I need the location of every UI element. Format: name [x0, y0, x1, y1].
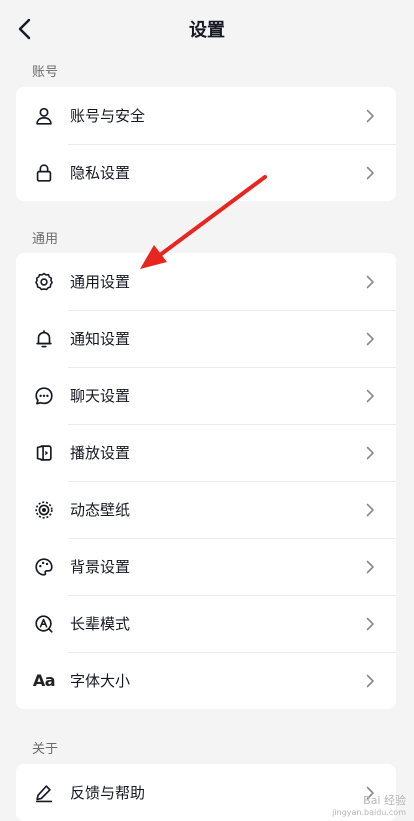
chevron-right-icon	[360, 614, 380, 634]
live-wallpaper-icon	[32, 498, 56, 522]
play-screen-icon	[32, 441, 56, 465]
chat-bubble-icon	[32, 384, 56, 408]
settings-item-label: 反馈与帮助	[70, 784, 146, 802]
chevron-right-icon	[360, 443, 380, 463]
font-size-icon: Aa	[32, 671, 56, 690]
settings-item-label: 播放设置	[70, 444, 131, 462]
general-card: 通用设置 通知设置 聊天设置 播放设置 动态壁纸 背景设置 长辈模式 Aa 字体…	[16, 253, 396, 709]
watermark-url: jingyan.baidu.com	[332, 808, 406, 817]
gear-icon	[32, 270, 56, 294]
chevron-right-icon	[360, 329, 380, 349]
watermark-logo-text: Bai 经验	[363, 794, 406, 807]
settings-item-background[interactable]: 背景设置	[16, 538, 396, 595]
palette-icon	[32, 555, 56, 579]
section-label-general: 通用	[32, 232, 59, 247]
settings-item-label: 通知设置	[70, 330, 131, 348]
settings-item-label: 背景设置	[70, 558, 131, 576]
header: 设置	[0, 0, 414, 58]
chevron-right-icon	[360, 386, 380, 406]
settings-item-live-wallpaper[interactable]: 动态壁纸	[16, 481, 396, 538]
settings-item-account-security[interactable]: 账号与安全	[16, 87, 396, 144]
watermark: Bai 经验 jingyan.baidu.com	[332, 795, 406, 819]
settings-item-privacy[interactable]: 隐私设置	[16, 144, 396, 201]
pencil-icon	[32, 781, 56, 805]
section-label-about: 关于	[32, 742, 59, 757]
settings-item-chat[interactable]: 聊天设置	[16, 367, 396, 424]
lock-icon	[32, 161, 56, 185]
elder-mode-icon	[32, 612, 56, 636]
settings-item-label: 聊天设置	[70, 387, 131, 405]
user-icon	[32, 104, 56, 128]
settings-item-label: 长辈模式	[70, 615, 131, 633]
settings-item-label: 通用设置	[70, 273, 131, 291]
settings-item-font-size[interactable]: Aa 字体大小	[16, 652, 396, 709]
section-label-account: 账号	[32, 65, 59, 80]
settings-item-playback[interactable]: 播放设置	[16, 424, 396, 481]
settings-item-notifications[interactable]: 通知设置	[16, 310, 396, 367]
chevron-right-icon	[360, 500, 380, 520]
chevron-right-icon	[360, 106, 380, 126]
settings-item-label: 隐私设置	[70, 164, 131, 182]
settings-item-label: 动态壁纸	[70, 501, 131, 519]
bell-icon	[32, 327, 56, 351]
settings-item-elder-mode[interactable]: 长辈模式	[16, 595, 396, 652]
page-title: 设置	[189, 20, 225, 41]
chevron-right-icon	[360, 272, 380, 292]
chevron-right-icon	[360, 163, 380, 183]
chevron-right-icon	[360, 557, 380, 577]
chevron-right-icon	[360, 671, 380, 691]
settings-item-label: 字体大小	[70, 672, 131, 690]
account-card: 账号与安全 隐私设置	[16, 87, 396, 201]
settings-item-label: 账号与安全	[70, 107, 146, 125]
settings-item-general[interactable]: 通用设置	[16, 253, 396, 310]
